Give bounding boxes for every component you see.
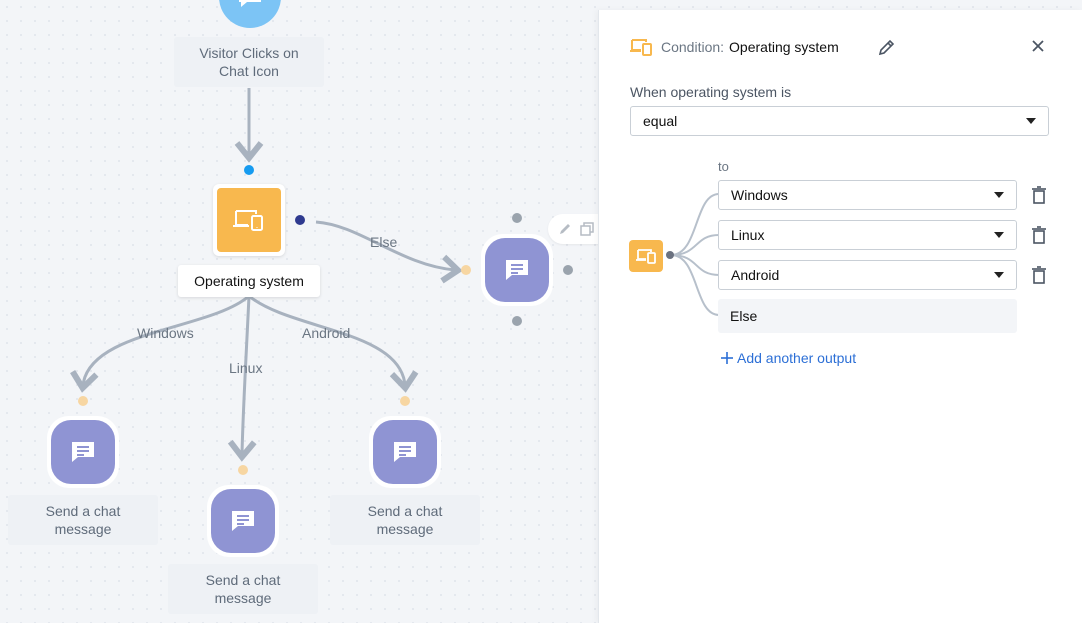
output-value: Windows bbox=[731, 187, 788, 203]
add-output-button[interactable]: Add another output bbox=[721, 350, 856, 366]
trash-icon[interactable] bbox=[1031, 186, 1047, 204]
output-port-else[interactable] bbox=[295, 215, 305, 225]
edge-label-windows: Windows bbox=[137, 325, 194, 341]
panel-header: Condition: Operating system bbox=[629, 37, 839, 57]
output-value: Android bbox=[731, 267, 780, 283]
condition-label: Condition: bbox=[661, 39, 725, 55]
input-port-windows-message[interactable] bbox=[78, 396, 88, 406]
linux-message-caption: Send a chat message bbox=[168, 564, 318, 614]
port-bottom[interactable] bbox=[512, 316, 522, 326]
else-message-node[interactable] bbox=[481, 234, 553, 306]
android-message-caption: Send a chat message bbox=[330, 495, 480, 545]
edge-label-else: Else bbox=[370, 234, 398, 250]
close-icon[interactable] bbox=[1029, 37, 1047, 55]
output-select-windows[interactable]: Windows bbox=[718, 180, 1017, 210]
trash-icon[interactable] bbox=[1031, 266, 1047, 284]
operating-system-condition-node[interactable] bbox=[213, 184, 285, 256]
edge-label-linux: Linux bbox=[229, 360, 263, 376]
input-port-else-message[interactable] bbox=[461, 265, 471, 275]
add-output-label: Add another output bbox=[737, 350, 857, 366]
devices-icon bbox=[636, 249, 656, 264]
devices-icon bbox=[233, 210, 263, 231]
chat-bubble-icon bbox=[239, 0, 261, 7]
input-port[interactable] bbox=[244, 165, 254, 175]
android-message-node[interactable] bbox=[369, 416, 441, 488]
operator-field-label: When operating system is bbox=[630, 84, 792, 100]
condition-settings-panel: Condition: Operating system When operati… bbox=[598, 10, 1082, 623]
edge-label-android: Android bbox=[302, 325, 351, 341]
node-toolbar bbox=[548, 214, 604, 244]
port-right[interactable] bbox=[563, 265, 573, 275]
input-port-linux-message[interactable] bbox=[238, 465, 248, 475]
pencil-icon[interactable] bbox=[558, 222, 572, 236]
copy-icon[interactable] bbox=[580, 222, 594, 236]
chevron-down-icon bbox=[994, 232, 1004, 238]
chat-message-icon bbox=[506, 260, 528, 280]
devices-icon bbox=[630, 39, 652, 56]
edit-icon[interactable] bbox=[877, 37, 897, 57]
chevron-down-icon bbox=[994, 272, 1004, 278]
chat-message-icon bbox=[232, 511, 254, 531]
operator-select[interactable]: equal bbox=[630, 106, 1049, 136]
chevron-down-icon bbox=[1026, 118, 1036, 124]
condition-icon bbox=[629, 240, 663, 272]
else-output: Else bbox=[718, 299, 1017, 333]
trash-icon[interactable] bbox=[1031, 226, 1047, 244]
operator-value: equal bbox=[643, 113, 678, 129]
condition-title: Operating system bbox=[729, 39, 839, 55]
output-select-android[interactable]: Android bbox=[718, 260, 1017, 290]
condition-caption: Operating system bbox=[178, 265, 320, 297]
trigger-caption: Visitor Clicks on Chat Icon bbox=[174, 37, 324, 87]
chat-message-icon bbox=[394, 442, 416, 462]
windows-message-caption: Send a chat message bbox=[8, 495, 158, 545]
chat-message-icon bbox=[72, 442, 94, 462]
port-top[interactable] bbox=[512, 213, 522, 223]
output-value: Linux bbox=[731, 227, 765, 243]
input-port-android-message[interactable] bbox=[400, 396, 410, 406]
windows-message-node[interactable] bbox=[47, 416, 119, 488]
chevron-down-icon bbox=[994, 192, 1004, 198]
linux-message-node[interactable] bbox=[207, 485, 279, 557]
to-label: to bbox=[718, 159, 729, 174]
flow-canvas[interactable]: Visitor Clicks on Chat Icon Operating sys… bbox=[0, 0, 604, 623]
plus-icon bbox=[721, 352, 733, 364]
output-select-linux[interactable]: Linux bbox=[718, 220, 1017, 250]
